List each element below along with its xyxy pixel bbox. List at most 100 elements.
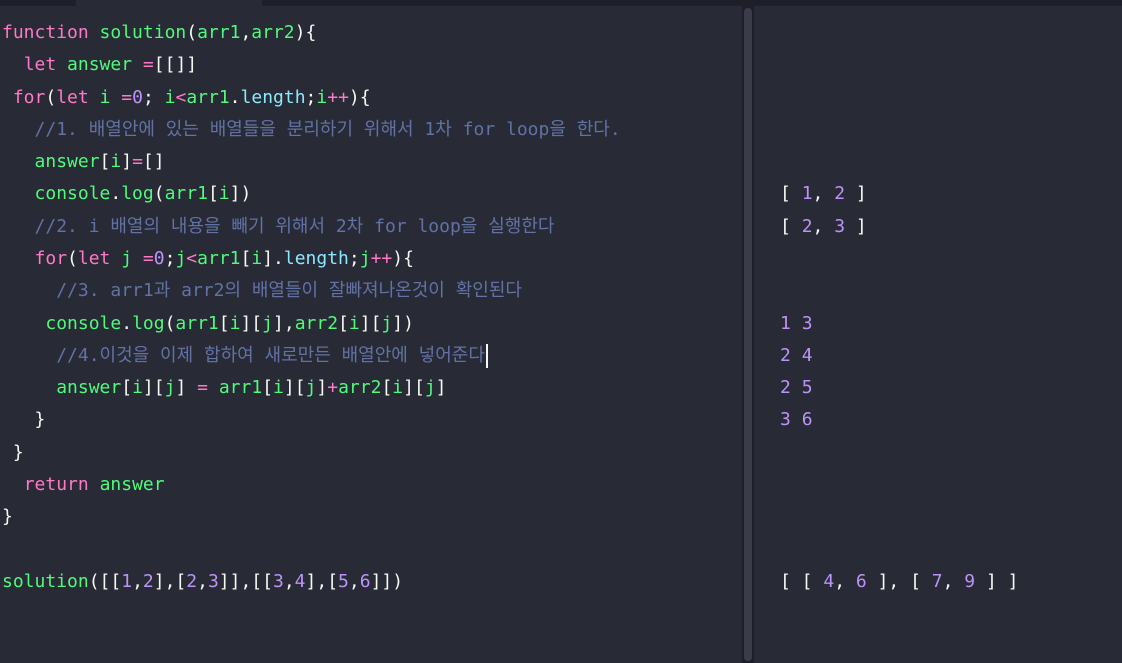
editor-token: j — [164, 377, 176, 398]
editor-token: let — [77, 248, 111, 269]
editor-token: ][ — [240, 313, 263, 334]
code-line[interactable]: } — [2, 406, 46, 434]
editor-token: [ — [262, 377, 274, 398]
editor-token: ; — [142, 87, 165, 108]
editor-token: [ — [240, 248, 252, 269]
code-line[interactable]: console.log(arr1[i]) — [2, 180, 252, 208]
editor-token — [132, 248, 143, 269]
output-token: , — [942, 571, 965, 592]
output-token: 7 — [931, 571, 943, 592]
editor-token: < — [175, 87, 187, 108]
output-line: [ 2, 3 ] — [780, 213, 867, 241]
editor-token: i — [110, 151, 122, 172]
output-token: 3 — [801, 313, 813, 334]
output-token: 1 — [780, 313, 791, 334]
editor-token: = — [142, 248, 154, 269]
code-editor[interactable]: function solution(arr1,arr2){ let answer… — [0, 6, 742, 663]
editor-token: 3 — [207, 571, 219, 592]
scrollbar-thumb[interactable] — [744, 8, 752, 661]
editor-token — [110, 248, 121, 269]
code-line[interactable]: //1. 배열안에 있는 배열들을 분리하기 위해서 1차 for loop을 … — [2, 116, 621, 144]
editor-token: ([[ — [88, 571, 122, 592]
output-token: 5 — [801, 377, 813, 398]
editor-token: [ — [338, 313, 349, 334]
editor-token: arr1 — [175, 313, 219, 334]
code-line[interactable]: answer[i][j] = arr1[i][j]+arr2[i][j] — [2, 374, 446, 402]
output-token: [ — [780, 183, 802, 204]
code-line[interactable]: console.log(arr1[i][j],arr2[i][j]) — [2, 310, 414, 338]
editor-token: ; — [305, 87, 317, 108]
editor-token: i — [164, 87, 176, 108]
output-token: ] ] — [975, 571, 1019, 592]
editor-token: ][ — [359, 313, 382, 334]
editor-token: 0 — [132, 87, 143, 108]
editor-token — [110, 87, 121, 108]
editor-token: 2 — [142, 571, 154, 592]
editor-token: let — [56, 87, 89, 108]
editor-token: < — [186, 248, 198, 269]
output-token — [791, 345, 802, 366]
editor-token: j — [381, 313, 393, 334]
editor-token — [2, 248, 35, 269]
code-line[interactable]: answer[i]=[] — [2, 148, 165, 176]
editor-token: , — [240, 22, 252, 43]
editor-token: . — [121, 313, 133, 334]
editor-token: ( — [67, 248, 78, 269]
editor-token: ]) — [229, 183, 252, 204]
editor-token: + — [327, 377, 339, 398]
editor-token: , — [283, 571, 295, 592]
editor-token: , — [197, 571, 208, 592]
output-token: , — [812, 183, 835, 204]
editor-token: [ — [218, 313, 230, 334]
text-cursor — [485, 344, 488, 368]
editor-token: 6 — [359, 571, 371, 592]
code-line[interactable]: //4.이것을 이제 합하여 새로만든 배열안에 넣어준다 — [2, 342, 488, 370]
editor-token: , — [132, 571, 143, 592]
code-line[interactable]: function solution(arr1,arr2){ — [2, 19, 316, 47]
output-token — [791, 377, 802, 398]
editor-token: ( — [45, 87, 57, 108]
output-token: [ — [780, 216, 802, 237]
editor-token: [] — [142, 151, 165, 172]
editor-token: ; — [164, 248, 176, 269]
editor-token: arr1 — [218, 377, 263, 398]
output-token — [791, 409, 802, 430]
code-line[interactable]: //3. arr1과 arr2의 배열들이 잘빠져나온것이 확인된다 — [2, 277, 522, 305]
editor-token: answer — [56, 377, 122, 398]
code-line[interactable]: } — [2, 439, 24, 467]
editor-token: = — [197, 377, 208, 398]
code-line[interactable]: solution([[1,2],[2,3]],[[3,4],[5,6]]) — [2, 568, 403, 596]
editor-token: i — [251, 248, 263, 269]
code-line[interactable]: for(let i =0; i<arr1.length;i++){ — [2, 84, 371, 112]
editor-token: length — [283, 248, 349, 269]
editor-token: 2 — [186, 571, 198, 592]
editor-token: ]. — [262, 248, 284, 269]
code-line[interactable]: //2. i 배열의 내용을 빼기 위해서 2차 for loop을 실행한다 — [2, 213, 555, 241]
code-line[interactable]: for(let j =0;j<arr1[i].length;j++){ — [2, 245, 414, 273]
editor-token: i — [132, 377, 143, 398]
editor-token — [2, 183, 35, 204]
code-line[interactable]: let answer =[[]] — [2, 51, 197, 79]
output-token: 2 — [780, 377, 791, 398]
editor-scrollbar[interactable] — [742, 6, 754, 663]
output-line: 2 4 — [780, 342, 813, 370]
editor-token: j — [175, 248, 187, 269]
editor-token: return — [23, 474, 89, 495]
editor-token: = — [121, 87, 133, 108]
code-line[interactable]: return answer — [2, 471, 165, 499]
editor-token: for — [12, 87, 46, 108]
editor-token: ]],[[ — [218, 571, 273, 592]
editor-token: ], — [273, 313, 295, 334]
editor-token — [2, 474, 24, 495]
editor-token: arr1 — [164, 183, 208, 204]
editor-token: answer — [67, 54, 133, 75]
code-line[interactable]: } — [2, 503, 13, 531]
output-panel: [ 1, 2 ] [ 2, 3 ] 1 3 2 4 2 5 3 6 [ [ 4,… — [754, 6, 1122, 663]
editor-token: log — [132, 313, 165, 334]
editor-token: ][ — [142, 377, 165, 398]
output-token: 9 — [964, 571, 976, 592]
editor-token: for — [34, 248, 68, 269]
editor-token: [ — [121, 377, 133, 398]
editor-token: ] — [316, 377, 328, 398]
editor-token: let — [23, 54, 57, 75]
